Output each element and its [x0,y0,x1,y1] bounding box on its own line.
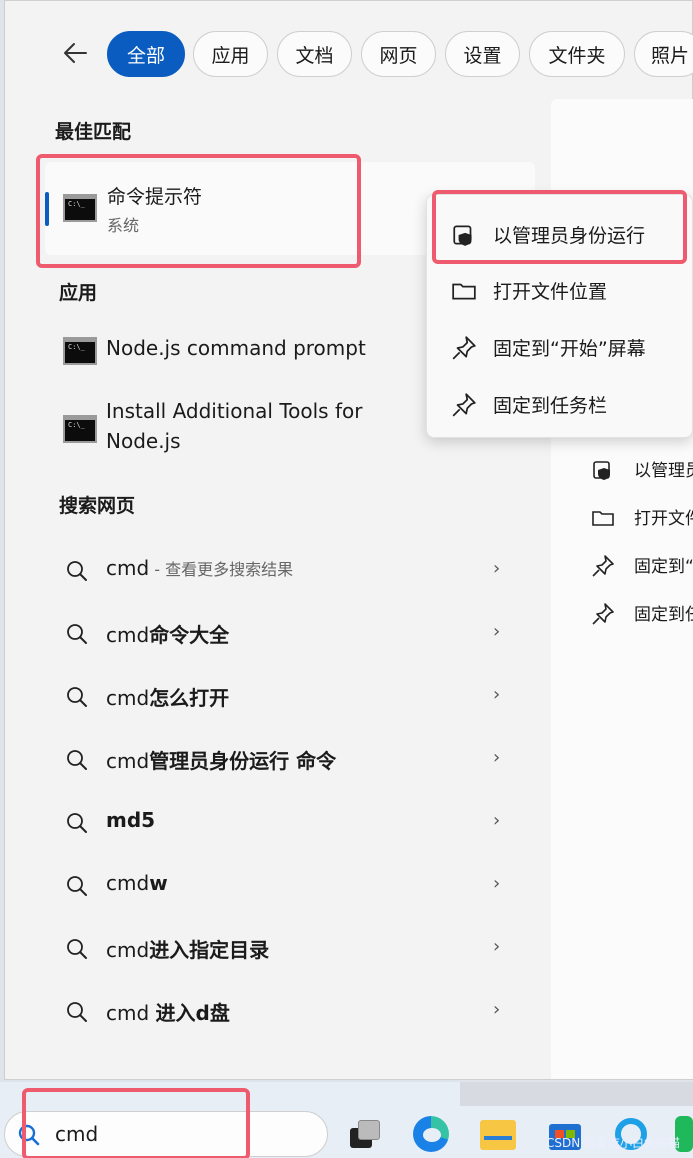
tab-folders[interactable]: 文件夹 [529,31,625,77]
chevron-right-icon: › [493,558,501,579]
web-result-item[interactable]: cmdw › [5,864,535,908]
pin-icon [592,603,614,625]
web-result-item[interactable]: md5 › [5,801,535,845]
arrow-left-icon [64,43,87,63]
web-result-item[interactable]: cmd怎么打开 › [5,675,535,719]
search-icon [67,624,87,644]
pin-icon [452,336,476,360]
tab-settings[interactable]: 设置 [445,31,520,77]
chevron-right-icon: › [493,999,501,1020]
watermark: CSDN @爱吃小白兔的猫 [546,1136,681,1150]
back-button[interactable] [59,39,91,67]
search-icon [67,939,87,959]
web-result-bold: 管理员身份运行 命令 [149,749,337,773]
menu-item-pin-to-start[interactable]: 固定到“开始”屏幕 [427,324,693,370]
edge-browser-icon[interactable] [413,1116,449,1152]
section-web: 搜索网页 [59,495,136,517]
search-icon [67,813,87,833]
pin-icon [592,555,614,577]
menu-item-pin-to-taskbar[interactable]: 固定到任务栏 [427,381,693,427]
menu-item-open-file-location[interactable]: 打开文件位置 [427,267,693,313]
web-result-item[interactable]: cmd命令大全 › [5,612,535,656]
window-edge [460,1082,693,1106]
web-result-term: cmd [106,686,150,710]
chevron-right-icon: › [493,936,501,957]
web-result-bold: 命令大全 [149,623,230,647]
web-result-item[interactable]: cmd管理员身份运行 命令 › [5,738,535,782]
search-icon [67,1002,87,1022]
folder-icon [592,511,614,526]
search-icon [67,750,87,770]
web-result-term: cmd [106,938,150,962]
web-result-suffix: - 查看更多搜索结果 [149,560,294,579]
chevron-right-icon: › [493,810,501,831]
command-prompt-icon [63,337,97,365]
folder-icon [452,283,476,300]
app-item-label-line2: Node.js [106,429,181,453]
task-view-icon[interactable] [346,1116,382,1152]
web-result-term: cmd [106,623,150,647]
highlight-best-match [36,154,361,268]
chevron-right-icon: › [493,621,501,642]
app-item-label: Install Additional Tools for [106,399,363,423]
web-result-bold: w [149,871,168,895]
web-result-bold: 进入d盘 [155,1001,230,1025]
web-result-term: cmd [106,556,150,580]
search-icon [67,561,87,581]
tab-all[interactable]: 全部 [107,31,185,77]
section-best-match: 最佳匹配 [55,121,132,143]
tab-documents[interactable]: 文档 [277,31,352,77]
web-result-bold: md5 [106,808,156,832]
search-icon [67,687,87,707]
search-icon [67,876,87,896]
command-prompt-icon [63,415,97,443]
section-apps: 应用 [59,282,98,304]
chevron-right-icon: › [493,747,501,768]
tab-web[interactable]: 网页 [361,31,436,77]
highlight-search-box [22,1088,250,1158]
app-item-label: Node.js command prompt [106,336,366,360]
web-result-bold: 怎么打开 [149,686,230,710]
file-explorer-icon[interactable] [480,1116,516,1152]
filter-tabs: 全部 应用 文档 网页 设置 文件夹 照片 [5,29,693,79]
chevron-right-icon: › [493,684,501,705]
highlight-run-as-admin [432,190,687,264]
web-result-term: cmd [106,749,150,773]
pin-icon [452,393,476,417]
web-result-item[interactable]: cmd 进入d盘 › [5,990,535,1034]
chevron-right-icon: › [493,873,501,894]
tab-apps[interactable]: 应用 [193,31,268,77]
web-result-item[interactable]: cmd - 查看更多搜索结果 › [5,549,535,593]
web-result-term: cmd [106,1001,156,1025]
shield-icon [593,461,610,480]
web-result-term: cmd [106,871,150,895]
web-result-item[interactable]: cmd进入指定目录 › [5,927,535,971]
tab-photos[interactable]: 照片 [634,31,693,77]
web-result-bold: 进入指定目录 [149,938,270,962]
